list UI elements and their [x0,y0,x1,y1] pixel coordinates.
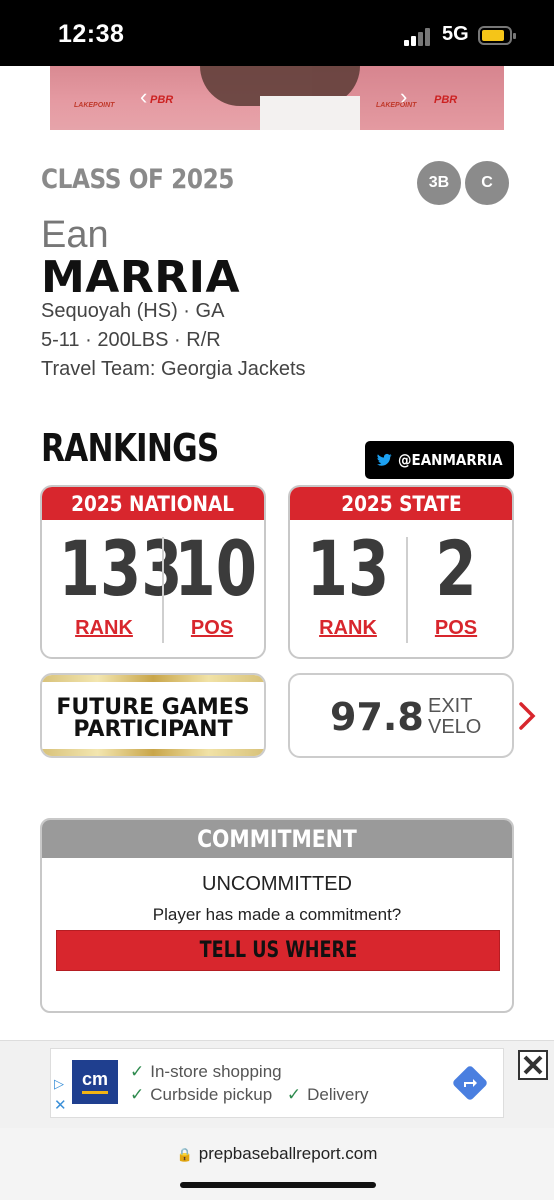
national-pos-link[interactable]: POS [164,617,260,640]
national-card-title: 2025 NATIONAL [42,487,264,520]
national-rank-link[interactable]: RANK [46,617,162,640]
player-last-name: MARRIA [41,252,241,303]
tell-us-where-button[interactable]: TELL US WHERE [56,930,500,971]
pbr-logo-left: PBR [150,94,174,106]
clock: 12:38 [58,20,125,48]
player-photo-carousel[interactable]: LAKEPOINT PBR LAKEPOINT PBR ‹ › [50,66,504,130]
check-icon: ✓ [130,1085,145,1104]
exit-velo-value: 97.8 [330,695,424,739]
network-type: 5G [442,23,469,45]
national-pos-value: 10 [174,524,258,613]
national-ranking-card: 2025 NATIONAL 133 10 RANK POS [40,485,266,659]
check-icon: ✓ [130,1062,145,1081]
sponsor-logo-left: LAKEPOINT [74,102,115,109]
home-indicator[interactable] [180,1182,376,1188]
exit-velo-label-1: EXIT [428,695,473,717]
browser-bar [0,1128,554,1200]
status-bar: 12:38 5G [0,0,554,66]
signal-icon [404,28,432,46]
chevron-right-icon[interactable] [516,700,538,732]
url-display[interactable]: 🔒 prepbaseballreport.com [0,1144,554,1164]
national-rank-value: 133 [58,524,183,613]
ad-box[interactable] [50,1048,504,1118]
state-card-title: 2025 STATE [290,487,512,520]
carousel-next-icon[interactable]: › [400,84,407,110]
ad-close-icon[interactable] [518,1050,548,1080]
ad-line-2: ✓ Curbside pickup ✓ Delivery [130,1085,369,1104]
player-measurables: 5-11 · 200LBS · R/R [41,329,221,351]
player-school: Sequoyah (HS) · GA [41,300,225,322]
twitter-button[interactable]: @EANMARRIA [365,441,514,479]
position-badge-c: C [465,161,509,205]
future-games-badge[interactable]: FUTURE GAMES PARTICIPANT [40,673,266,758]
player-travel-team: Travel Team: Georgia Jackets [41,358,306,380]
pbr-logo-right: PBR [434,94,458,106]
ad-line-1: ✓ In-store shopping [130,1062,282,1081]
commitment-status: UNCOMMITTED [202,873,352,895]
exit-velo-label-2: VELO [428,716,482,738]
exit-velo-card[interactable]: 97.8 EXIT VELO [288,673,514,758]
lock-icon: 🔒 [176,1147,193,1162]
ad-choices-icon[interactable]: ▷ [54,1076,64,1092]
state-rank-link[interactable]: RANK [290,617,406,640]
future-games-line2: PARTICIPANT [73,717,233,742]
twitter-handle: @EANMARRIA [397,451,503,469]
state-ranking-card: 2025 STATE 13 2 RANK POS [288,485,514,659]
state-pos-link[interactable]: POS [408,617,504,640]
rankings-heading: RANKINGS [41,426,219,470]
position-badge-3b: 3B [417,161,461,205]
commitment-question: Player has made a commitment? [152,905,402,924]
check-icon: ✓ [286,1085,302,1104]
sponsor-logo-right: LAKEPOINT [376,102,417,109]
ad-logo: cm [72,1060,118,1104]
battery-icon [478,26,516,45]
commitment-card: COMMITMENT UNCOMMITTED Player has made a… [40,818,514,1013]
ad-close-small-icon[interactable]: ✕ [54,1096,67,1114]
commitment-heading: COMMITMENT [42,820,512,858]
carousel-prev-icon[interactable]: ‹ [140,84,147,110]
state-pos-value: 2 [435,524,477,613]
directions-icon[interactable] [451,1064,489,1102]
state-rank-value: 13 [306,524,390,613]
class-of-label: CLASS OF 2025 [41,164,235,195]
twitter-bird-icon [377,453,392,466]
player-first-name: Ean [41,214,109,256]
